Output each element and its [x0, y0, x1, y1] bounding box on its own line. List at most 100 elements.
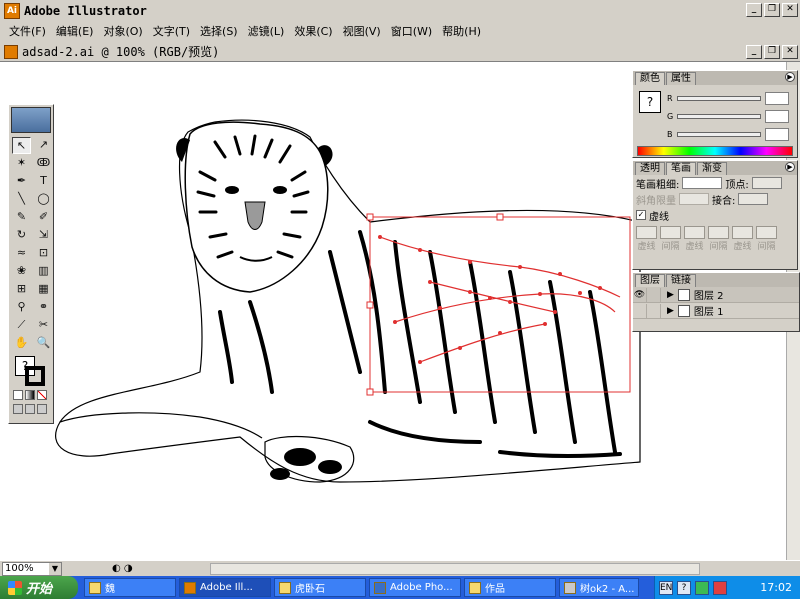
start-button[interactable]: 开始: [0, 576, 78, 599]
zoom-level-field[interactable]: 100% ▼: [2, 561, 62, 576]
minimize-button[interactable]: _: [746, 3, 762, 17]
menu-effect[interactable]: 效果(C): [289, 23, 337, 39]
standard-screen-mode-button[interactable]: [13, 404, 23, 414]
direct-selection-tool-icon[interactable]: ↗: [34, 137, 53, 154]
tray-app-icon[interactable]: [695, 580, 709, 595]
blue-slider[interactable]: [677, 131, 761, 137]
color-mode-button[interactable]: [13, 390, 23, 400]
menu-window[interactable]: 窗口(W): [386, 23, 437, 39]
blue-value-input[interactable]: [765, 127, 789, 141]
taskbar-item[interactable]: 作品: [464, 578, 556, 597]
menu-select[interactable]: 选择(S): [195, 23, 243, 39]
paintbrush-tool-icon[interactable]: ✎: [12, 209, 31, 226]
menu-edit[interactable]: 编辑(E): [51, 23, 99, 39]
warp-tool-icon[interactable]: ≈: [12, 245, 31, 262]
gap-1-input[interactable]: [660, 226, 681, 239]
ime-indicator[interactable]: EN: [659, 580, 673, 595]
miter-limit-input[interactable]: [679, 193, 709, 205]
gradient-tool-icon[interactable]: ▦: [34, 281, 53, 298]
dash-1-input[interactable]: [636, 226, 657, 239]
toolbox-header-image[interactable]: [11, 107, 51, 133]
zoom-dropdown-icon[interactable]: ▼: [49, 562, 61, 575]
scale-tool-icon[interactable]: ⇲: [34, 227, 53, 244]
layer-expand-icon[interactable]: ▶: [667, 290, 674, 300]
dash-2-input[interactable]: [684, 226, 705, 239]
antivirus-icon[interactable]: [713, 580, 727, 595]
gap-2-input[interactable]: [708, 226, 729, 239]
layer-visibility-eye-icon[interactable]: 👁: [633, 287, 647, 302]
fill-stroke-swatches[interactable]: ?: [15, 356, 49, 386]
free-transform-tool-icon[interactable]: ⊡: [34, 245, 53, 262]
line-tool-icon[interactable]: ╲: [12, 191, 31, 208]
layer-row[interactable]: 👁 ▶ 图层 2: [633, 287, 799, 303]
zoom-tool-icon[interactable]: 🔍: [34, 335, 53, 352]
doc-minimize-button[interactable]: _: [746, 45, 762, 59]
menu-view[interactable]: 视图(V): [338, 23, 386, 39]
gradient-mode-button[interactable]: [25, 390, 35, 400]
full-screen-menu-mode-button[interactable]: [25, 404, 35, 414]
full-screen-mode-button[interactable]: [37, 404, 47, 414]
eyedropper-tool-icon[interactable]: ⚲: [12, 299, 31, 316]
scissors-tool-icon[interactable]: ✂: [34, 317, 53, 334]
rotate-tool-icon[interactable]: ↻: [12, 227, 31, 244]
gap-3-input[interactable]: [756, 226, 777, 239]
tab-gradient[interactable]: 渐变: [697, 162, 727, 175]
pen-tool-icon[interactable]: ✒: [12, 173, 31, 190]
taskbar-item[interactable]: 魏: [84, 578, 176, 597]
taskbar-item[interactable]: 虎卧石: [274, 578, 366, 597]
horizontal-scrollbar[interactable]: [210, 563, 700, 575]
color-spectrum-bar[interactable]: [637, 146, 793, 156]
type-tool-icon[interactable]: T: [34, 173, 53, 190]
green-value-input[interactable]: [765, 109, 789, 123]
layer-lock-cell[interactable]: [647, 287, 661, 302]
slice-tool-icon[interactable]: ⟋: [12, 317, 31, 334]
selection-tool-icon[interactable]: ↖: [12, 137, 31, 154]
cap-buttons[interactable]: [751, 177, 782, 189]
tab-stroke[interactable]: 笔画: [666, 162, 696, 175]
hand-tool-icon[interactable]: ✋: [12, 335, 31, 352]
close-button[interactable]: ✕: [782, 3, 798, 17]
mesh-tool-icon[interactable]: ⊞: [12, 281, 31, 298]
red-slider[interactable]: [677, 95, 761, 101]
illustrator-app-icon[interactable]: Ai: [4, 3, 20, 19]
layer-visibility-cell[interactable]: [633, 303, 647, 318]
tab-layers[interactable]: 图层: [635, 274, 665, 287]
taskbar-item[interactable]: 树ok2 - A...: [559, 578, 639, 597]
menu-object[interactable]: 对象(O): [98, 23, 147, 39]
doc-close-button[interactable]: ✕: [782, 45, 798, 59]
red-value-input[interactable]: [765, 91, 789, 105]
taskbar-item[interactable]: Adobe Pho...: [369, 578, 461, 597]
color-fill-proxy[interactable]: ?: [639, 91, 661, 113]
symbol-sprayer-tool-icon[interactable]: ❀: [12, 263, 31, 280]
layer-row[interactable]: ▶ 图层 1: [633, 303, 799, 319]
menu-filter[interactable]: 滤镜(L): [243, 23, 290, 39]
palette-menu-icon[interactable]: ▶: [785, 72, 795, 82]
menu-file[interactable]: 文件(F): [4, 23, 51, 39]
join-buttons[interactable]: [738, 193, 769, 205]
magic-wand-tool-icon[interactable]: ✶: [12, 155, 31, 172]
lasso-tool-icon[interactable]: ↂ: [34, 155, 53, 172]
green-slider[interactable]: [677, 113, 761, 119]
layer-expand-icon[interactable]: ▶: [667, 306, 674, 316]
dashed-line-checkbox[interactable]: ✓: [636, 210, 646, 220]
tab-attributes[interactable]: 属性: [666, 72, 696, 85]
help-icon[interactable]: ?: [677, 580, 691, 595]
stroke-palette-menu-icon[interactable]: ▶: [785, 162, 795, 172]
menu-type[interactable]: 文字(T): [148, 23, 195, 39]
blend-tool-icon[interactable]: ⚭: [34, 299, 53, 316]
ellipse-tool-icon[interactable]: ◯: [34, 191, 53, 208]
tab-transparency[interactable]: 透明: [635, 162, 665, 175]
taskbar-item[interactable]: Adobe Ill...: [179, 578, 271, 597]
doc-restore-button[interactable]: ❐: [764, 45, 780, 59]
graph-tool-icon[interactable]: ▥: [34, 263, 53, 280]
pencil-tool-icon[interactable]: ✐: [34, 209, 53, 226]
dash-3-input[interactable]: [732, 226, 753, 239]
document-title-bar[interactable]: adsad-2.ai @ 100% (RGB/预览) _ ❐ ✕: [0, 42, 800, 62]
stroke-swatch[interactable]: [25, 366, 45, 386]
stroke-weight-input[interactable]: [682, 177, 723, 189]
restore-button[interactable]: ❐: [764, 3, 780, 17]
none-mode-button[interactable]: [37, 390, 47, 400]
menu-help[interactable]: 帮助(H): [437, 23, 486, 39]
tab-links[interactable]: 链接: [666, 274, 696, 287]
tab-color[interactable]: 颜色: [635, 72, 665, 85]
